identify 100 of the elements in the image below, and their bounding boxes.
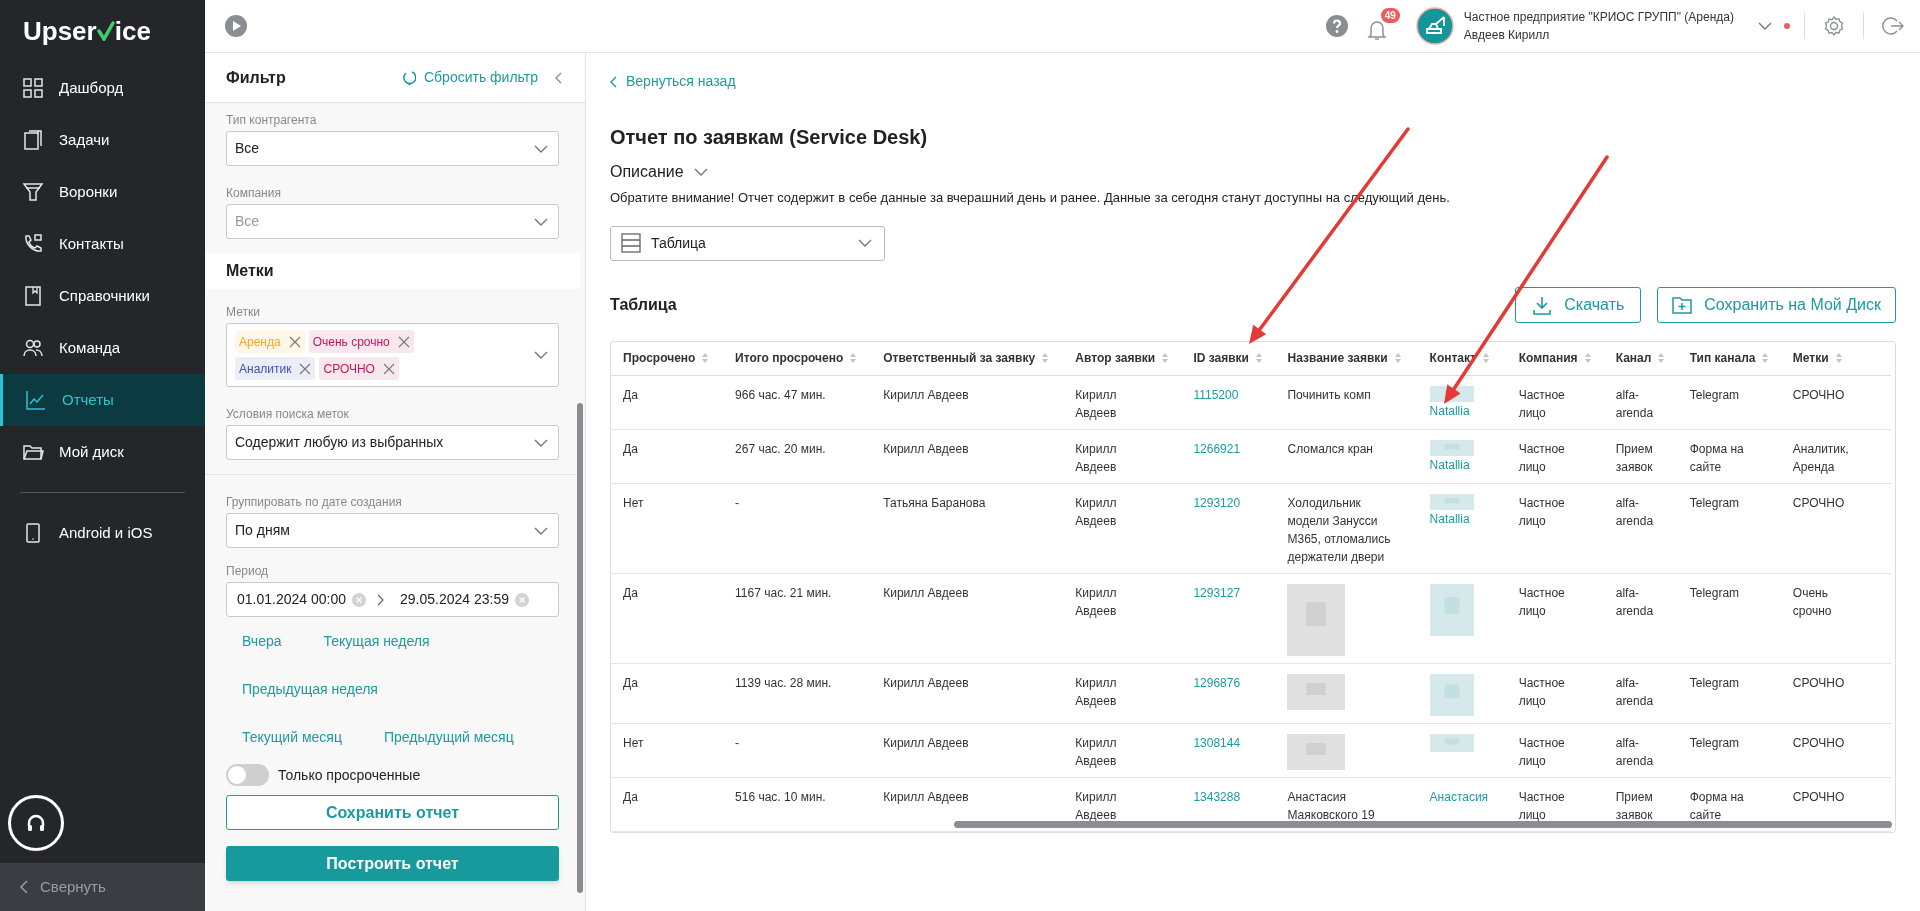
column-header[interactable]: Название заявки [1287, 349, 1402, 368]
toggle-label: Только просроченные [278, 765, 421, 785]
date-from: 01.01.2024 00:00 [237, 590, 346, 609]
nav-item[interactable]: Android и iOS [0, 507, 205, 559]
period-link[interactable]: Вчера [242, 631, 282, 652]
funnel-icon [21, 180, 45, 204]
nav-item[interactable]: Контакты [0, 218, 205, 270]
column-header[interactable]: Метки [1792, 349, 1843, 368]
column-header[interactable]: Канал [1615, 349, 1666, 368]
chevron-left-icon [18, 879, 30, 895]
settings-icon[interactable] [1823, 15, 1845, 37]
select-field[interactable]: По дням [226, 513, 559, 548]
table-cell-text: Татьяна Баранова [883, 495, 986, 512]
nav-item[interactable]: Команда [0, 322, 205, 374]
table-cell-text: 516 час. 10 мин. [735, 789, 826, 806]
download-button[interactable]: Скачать [1515, 286, 1642, 323]
notification-badge: 49 [1380, 8, 1400, 23]
request-id-link[interactable]: 1296876 [1193, 674, 1241, 692]
nav-item[interactable]: Воронки [0, 166, 205, 218]
close-icon[interactable] [299, 362, 312, 375]
view-select[interactable]: Таблица [610, 225, 885, 261]
date-to: 29.05.2024 23:59 [400, 590, 509, 609]
play-icon[interactable] [225, 15, 247, 37]
sort-icon [1761, 352, 1770, 365]
sort-icon [1657, 352, 1666, 365]
back-link[interactable]: Вернуться назад [610, 71, 736, 92]
scrollbar[interactable] [577, 403, 583, 893]
request-id-link[interactable]: 1266921 [1193, 440, 1241, 458]
column-header[interactable]: Автор заявки [1075, 349, 1170, 368]
collapse-button[interactable]: Свернуть [0, 863, 205, 911]
column-header[interactable]: Просрочено [623, 349, 710, 368]
column-header[interactable]: ID заявки [1193, 349, 1263, 368]
contact-link[interactable]: Natallia [1429, 510, 1470, 528]
chart-icon [24, 388, 48, 412]
table-cell-text: СРОЧНО [1792, 387, 1845, 404]
table-cell-text: Да [623, 387, 638, 404]
table-cell-text: Кирилл Авдеев [883, 789, 969, 806]
column-header[interactable]: Итого просрочено [735, 349, 858, 368]
contact-link[interactable]: Анастасия [1429, 788, 1489, 806]
nav-item[interactable]: Мой диск [0, 426, 205, 478]
nav-item[interactable]: Отчеты [0, 374, 205, 426]
nav-item[interactable]: Дашборд [0, 62, 205, 114]
logout-icon[interactable] [1882, 15, 1904, 37]
save-to-disk-button[interactable]: Сохранить на Мой Диск [1657, 286, 1896, 323]
table-cell-text: Кирилл Авдеев [1075, 495, 1118, 530]
table-cell-text: Да [623, 675, 638, 692]
tag-chip[interactable]: СРОЧНО [319, 357, 399, 380]
table-cell-text: Частное лицо [1518, 675, 1566, 710]
page-title: Отчет по заявкам (Service Desk) [610, 125, 928, 150]
column-header[interactable]: Тип канала [1689, 349, 1770, 368]
select-field[interactable]: Все [226, 131, 559, 166]
tag-chip[interactable]: Очень срочно [308, 330, 414, 353]
request-id-link[interactable]: 1293120 [1193, 494, 1241, 512]
sort-icon [1161, 352, 1170, 365]
toggle-switch[interactable] [226, 764, 269, 786]
table-cell-text: Кирилл Авдеев [1075, 675, 1118, 710]
table-cell-text: Кирилл Авдеев [883, 735, 969, 752]
select-field[interactable]: Содержит любую из выбранных [226, 425, 559, 460]
tags-field[interactable]: Аренда Очень срочно Аналитик СРОЧНО [226, 323, 559, 387]
reset-filter-link[interactable]: Сбросить фильтр [399, 67, 538, 88]
section-title: Таблица [610, 294, 678, 315]
close-icon[interactable] [382, 362, 395, 375]
request-id-link[interactable]: 1293127 [1193, 584, 1241, 602]
table-cell-text: Кирилл Авдеев [883, 387, 969, 404]
save-report-button[interactable]: Сохранить отчет [226, 795, 559, 830]
table-cell-text: Telegram [1689, 735, 1740, 752]
description-toggle[interactable]: Описание [610, 160, 710, 184]
period-link[interactable]: Предыдущий месяц [383, 727, 514, 748]
close-icon[interactable] [288, 335, 301, 348]
request-id-link[interactable]: 1308144 [1193, 734, 1241, 752]
avatar-icon[interactable] [1415, 7, 1454, 45]
support-button[interactable] [8, 795, 64, 851]
period-link[interactable]: Текущий месяц [242, 727, 342, 748]
table-icon [621, 233, 641, 253]
horizontal-scrollbar[interactable] [954, 820, 1892, 828]
close-icon[interactable] [397, 335, 410, 348]
sort-icon [849, 352, 858, 365]
build-report-button[interactable]: Построить отчет [226, 846, 559, 881]
bell-icon [1365, 18, 1388, 42]
table-cell-text: 1167 час. 21 мин. [735, 585, 832, 602]
table-cell-text: Да [623, 441, 638, 458]
table-cell-text: Telegram [1689, 675, 1740, 692]
request-id-link[interactable]: 1115200 [1193, 386, 1239, 404]
nav-item[interactable]: Задачи [0, 114, 205, 166]
tag-chip[interactable]: Аналитик [235, 357, 316, 380]
contact-link[interactable]: Natallia [1429, 402, 1470, 420]
filter-title: Фильтр [226, 67, 287, 88]
nav-item[interactable]: Справочники [0, 270, 205, 322]
help-icon[interactable] [1325, 15, 1348, 37]
period-link[interactable]: Текущая неделя [323, 631, 430, 652]
request-id-link[interactable]: 1343288 [1193, 788, 1241, 806]
table-cell-text: Аналитик, Аренда [1792, 441, 1850, 476]
notifications-button[interactable]: 49 [1363, 8, 1400, 44]
contact-link[interactable]: Natallia [1429, 456, 1470, 474]
sort-icon [1255, 352, 1263, 365]
column-header[interactable]: Ответственный за заявку [883, 349, 1050, 368]
period-link[interactable]: Предыдущая неделя [242, 679, 378, 700]
chevron-left-icon[interactable] [554, 70, 564, 85]
sort-icon [1481, 352, 1490, 365]
column-header[interactable]: Компания [1518, 349, 1592, 368]
